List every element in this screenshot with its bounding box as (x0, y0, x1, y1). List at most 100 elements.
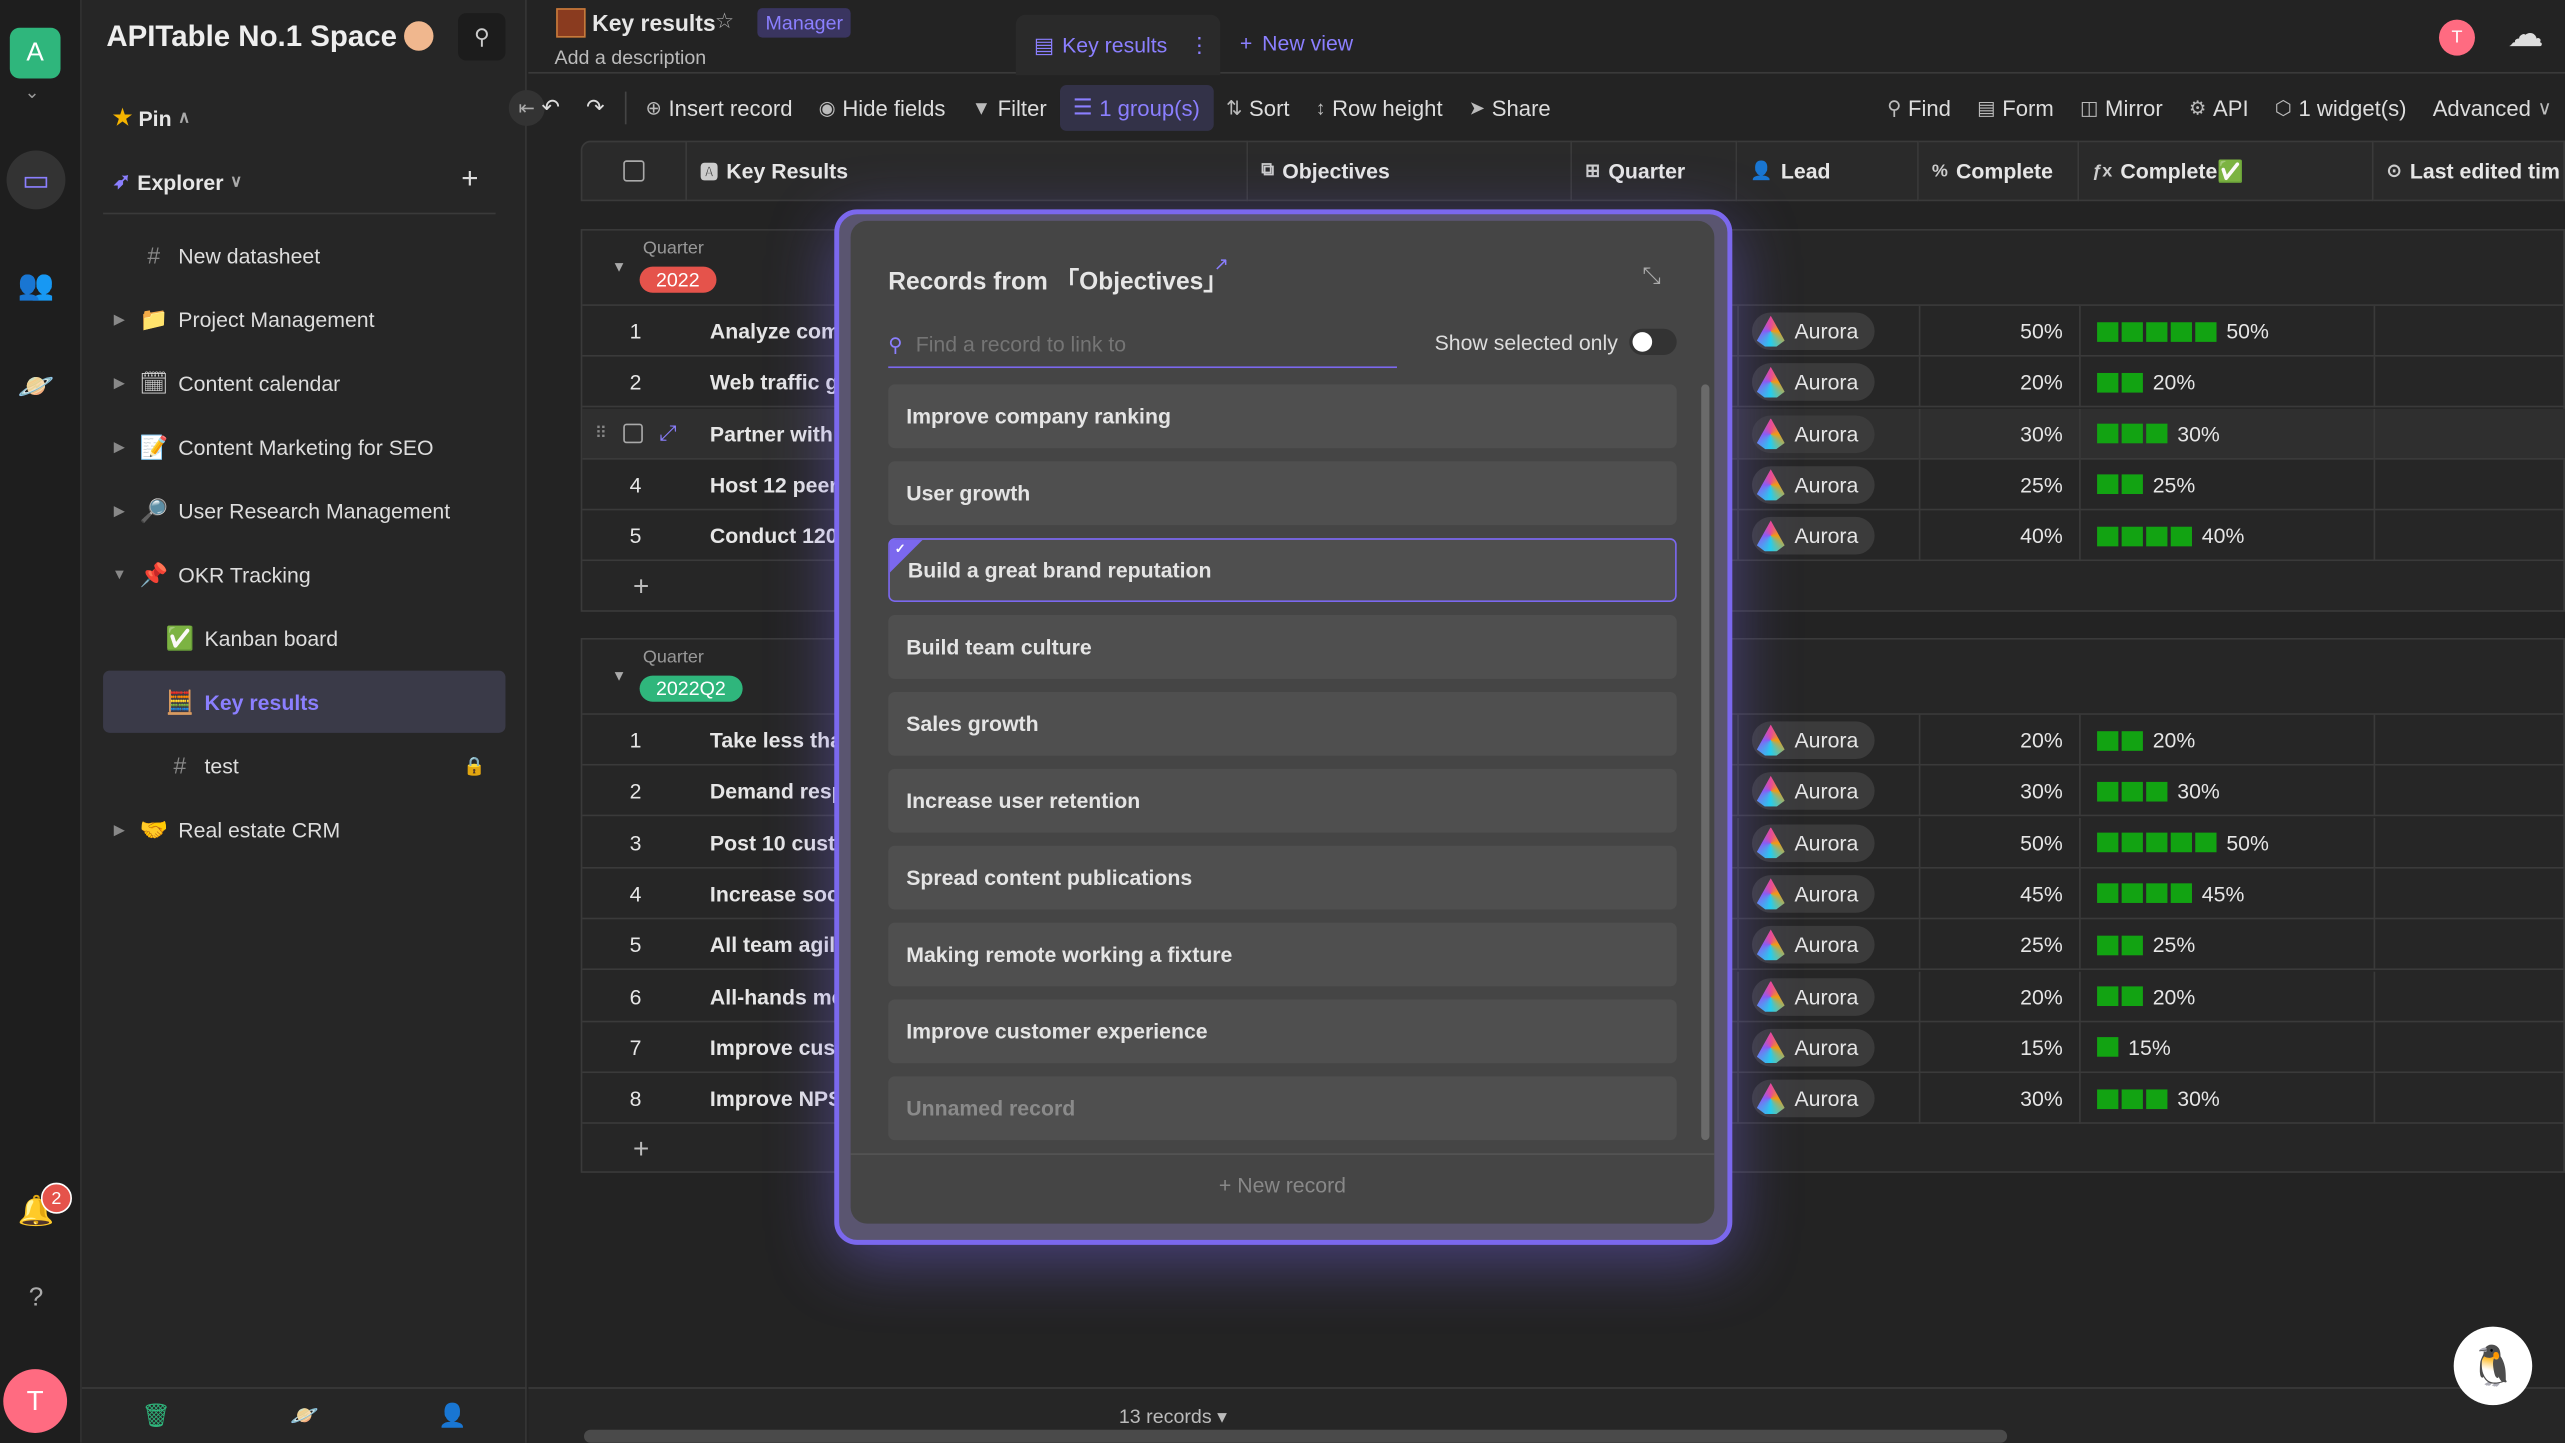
lead-cell[interactable]: Aurora (1739, 510, 1921, 562)
mirror-button[interactable]: ◫ Mirror (2067, 85, 2176, 131)
last-edited-cell[interactable] (2375, 511, 2565, 562)
scrollbar[interactable] (1701, 384, 1710, 1141)
record-option[interactable]: ✓ Build a great brand reputation (888, 538, 1677, 602)
percent-cell[interactable]: 20% (1920, 714, 2081, 766)
last-edited-cell[interactable] (2375, 357, 2565, 408)
lead-cell[interactable]: Aurora (1739, 919, 1921, 971)
lead-cell[interactable]: Aurora (1739, 408, 1921, 459)
members-icon[interactable]: 👥 (7, 255, 66, 314)
lead-cell[interactable]: Aurora (1739, 459, 1921, 511)
progress-cell[interactable]: 20% (2081, 357, 2376, 408)
record-option[interactable]: Increase user retention (888, 768, 1677, 833)
undo-button[interactable]: ↶ (528, 85, 573, 131)
explorer-section[interactable]: ➶ Explorer ∨ (113, 168, 242, 194)
workbench-icon[interactable]: ▭ (6, 150, 66, 210)
last-edited-cell[interactable] (2375, 459, 2565, 510)
record-search[interactable]: ⚲ (888, 322, 1397, 369)
column-header[interactable]: 👤 Lead (1737, 140, 1919, 202)
workspace-avatar[interactable]: A (9, 27, 61, 79)
progress-cell[interactable]: 45% (2081, 868, 2376, 920)
open-external-icon[interactable]: ↗ (1214, 254, 1229, 275)
progress-cell[interactable]: 40% (2081, 510, 2376, 562)
percent-cell[interactable]: 30% (1920, 408, 2081, 459)
record-count[interactable]: 13 records ▾ (1119, 1405, 1227, 1428)
percent-cell[interactable]: 25% (1920, 459, 2081, 511)
star-outline-icon[interactable]: ☆ (715, 8, 734, 34)
column-header[interactable]: 🅰 Key Results (687, 140, 1249, 202)
last-edited-cell[interactable] (2375, 971, 2565, 1022)
last-edited-cell[interactable] (2375, 920, 2565, 971)
show-selected-toggle[interactable] (1629, 328, 1677, 355)
redo-button[interactable]: ↷ (573, 85, 618, 131)
drag-handle-icon[interactable]: ⠿ (595, 425, 607, 443)
record-option[interactable]: Build team culture (888, 615, 1677, 679)
search-button[interactable]: ⚲ (458, 13, 506, 61)
percent-cell[interactable]: 50% (1920, 817, 2081, 868)
hide-fields-button[interactable]: ◉ Hide fields (806, 85, 959, 131)
assistant-mascot-button[interactable]: 🐧 (2453, 1326, 2533, 1406)
percent-cell[interactable]: 50% (1920, 305, 2081, 357)
sidebar-item-content-marketing-for-seo[interactable]: ▶ 📝 Content Marketing for SEO (103, 415, 505, 477)
percent-cell[interactable]: 20% (1920, 357, 2081, 408)
help-icon[interactable]: ? (7, 1269, 66, 1328)
form-button[interactable]: ▤ Form (1964, 85, 2067, 131)
last-edited-cell[interactable] (2375, 766, 2565, 817)
lead-cell[interactable]: Aurora (1739, 817, 1921, 868)
sidebar-item-new-datasheet[interactable]: # New datasheet (103, 224, 505, 286)
percent-cell[interactable]: 30% (1920, 766, 2081, 817)
record-option[interactable]: User growth (888, 461, 1677, 526)
lead-cell[interactable]: Aurora (1739, 1073, 1921, 1124)
column-header[interactable]: ⊙ Last edited tim (2373, 140, 2565, 202)
tab-key-results[interactable]: ▤ Key results ⋮ (1015, 14, 1221, 76)
lead-cell[interactable]: Aurora (1739, 305, 1921, 357)
row-checkbox[interactable] (623, 423, 643, 444)
last-edited-cell[interactable] (2375, 817, 2565, 868)
datasheet-title[interactable]: Key results (592, 10, 715, 36)
sidebar-item-real-estate-crm[interactable]: ▶ 🤝 Real estate CRM (103, 798, 505, 860)
lead-cell[interactable]: Aurora (1739, 1022, 1921, 1073)
record-search-input[interactable] (915, 332, 1358, 357)
lead-cell[interactable]: Aurora (1739, 970, 1921, 1022)
sidebar-item-content-calendar[interactable]: ▶ 🗓 Content calendar (103, 352, 505, 414)
lead-cell[interactable]: Aurora (1739, 714, 1921, 766)
new-view-button[interactable]: + New view (1240, 31, 1353, 56)
sidebar-item-user-research-management[interactable]: ▶ 🔎 User Research Management (103, 479, 505, 541)
column-header[interactable]: ⊞ Quarter (1572, 140, 1738, 202)
more-icon[interactable]: ⋮ (1189, 32, 1210, 58)
record-option[interactable]: Unnamed record (888, 1076, 1677, 1141)
explore-icon[interactable]: 🪐 (7, 357, 66, 416)
new-record-button[interactable]: + New record (851, 1173, 1715, 1198)
last-edited-cell[interactable] (2375, 408, 2565, 459)
record-option[interactable]: Improve company ranking (888, 384, 1677, 449)
progress-cell[interactable]: 30% (2081, 766, 2376, 817)
sidebar-item-key-results[interactable]: 🧮 Key results (103, 670, 506, 733)
add-node-button[interactable]: + (461, 162, 478, 196)
collapse-group-icon[interactable]: ▼ (612, 667, 627, 683)
progress-cell[interactable]: 50% (2081, 817, 2376, 868)
progress-cell[interactable]: 30% (2081, 408, 2376, 459)
last-edited-cell[interactable] (2375, 1022, 2565, 1073)
percent-cell[interactable]: 40% (1920, 510, 2081, 562)
percent-cell[interactable]: 30% (1920, 1073, 2081, 1124)
widgets-button[interactable]: ⬡ 1 widget(s) (2262, 85, 2420, 131)
checkbox[interactable] (623, 160, 645, 182)
collapse-group-icon[interactable]: ▼ (612, 258, 627, 274)
user-avatar[interactable]: T (3, 1369, 68, 1433)
percent-cell[interactable]: 20% (1920, 970, 2081, 1022)
row-height-button[interactable]: ↕ Row height (1303, 85, 1456, 131)
progress-cell[interactable]: 50% (2081, 305, 2376, 357)
chevron-down-icon[interactable]: ⌄ (25, 82, 40, 103)
sidebar-item-project-management[interactable]: ▶ 📁 Project Management (103, 288, 505, 350)
percent-cell[interactable]: 15% (1920, 1022, 2081, 1073)
sidebar-item-test[interactable]: # test 🔒 (103, 734, 505, 796)
lead-cell[interactable]: Aurora (1739, 868, 1921, 920)
progress-cell[interactable]: 20% (2081, 970, 2376, 1022)
insert-record-button[interactable]: ⊕ Insert record (632, 85, 805, 131)
column-header[interactable]: % Complete (1918, 140, 2080, 202)
select-all-header[interactable] (580, 140, 688, 202)
invite-member-icon[interactable]: 👤 (438, 1402, 467, 1430)
horizontal-scrollbar[interactable] (583, 1429, 2008, 1443)
group-button[interactable]: ☰ 1 group(s) (1059, 85, 1213, 131)
sort-button[interactable]: ⇅ Sort (1213, 85, 1303, 131)
progress-cell[interactable]: 20% (2081, 714, 2376, 766)
